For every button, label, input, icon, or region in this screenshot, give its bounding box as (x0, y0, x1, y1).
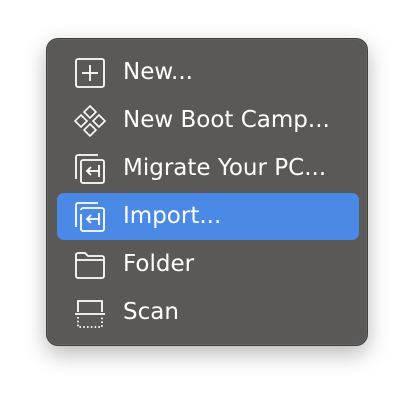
context-menu: New... New Boot Camp... Migrate Your PC.… (46, 38, 368, 346)
scan-icon (73, 296, 107, 330)
menu-item-new-boot-camp[interactable]: New Boot Camp... (57, 97, 359, 144)
boot-camp-diamond-icon (73, 104, 107, 138)
plus-square-icon (73, 56, 107, 90)
import-icon (73, 200, 107, 234)
menu-item-migrate-pc[interactable]: Migrate Your PC... (57, 145, 359, 192)
menu-item-new[interactable]: New... (57, 49, 359, 96)
menu-item-label: Scan (123, 299, 179, 325)
migrate-pc-icon (73, 152, 107, 186)
menu-item-label: New... (123, 59, 193, 85)
menu-item-folder[interactable]: Folder (57, 241, 359, 288)
menu-item-label: Import... (123, 203, 222, 229)
menu-item-label: Migrate Your PC... (123, 155, 327, 181)
menu-item-label: Folder (123, 251, 195, 277)
menu-item-label: New Boot Camp... (123, 107, 330, 133)
folder-icon (73, 248, 107, 282)
menu-item-scan[interactable]: Scan (57, 289, 359, 336)
menu-item-import[interactable]: Import... (57, 193, 359, 240)
